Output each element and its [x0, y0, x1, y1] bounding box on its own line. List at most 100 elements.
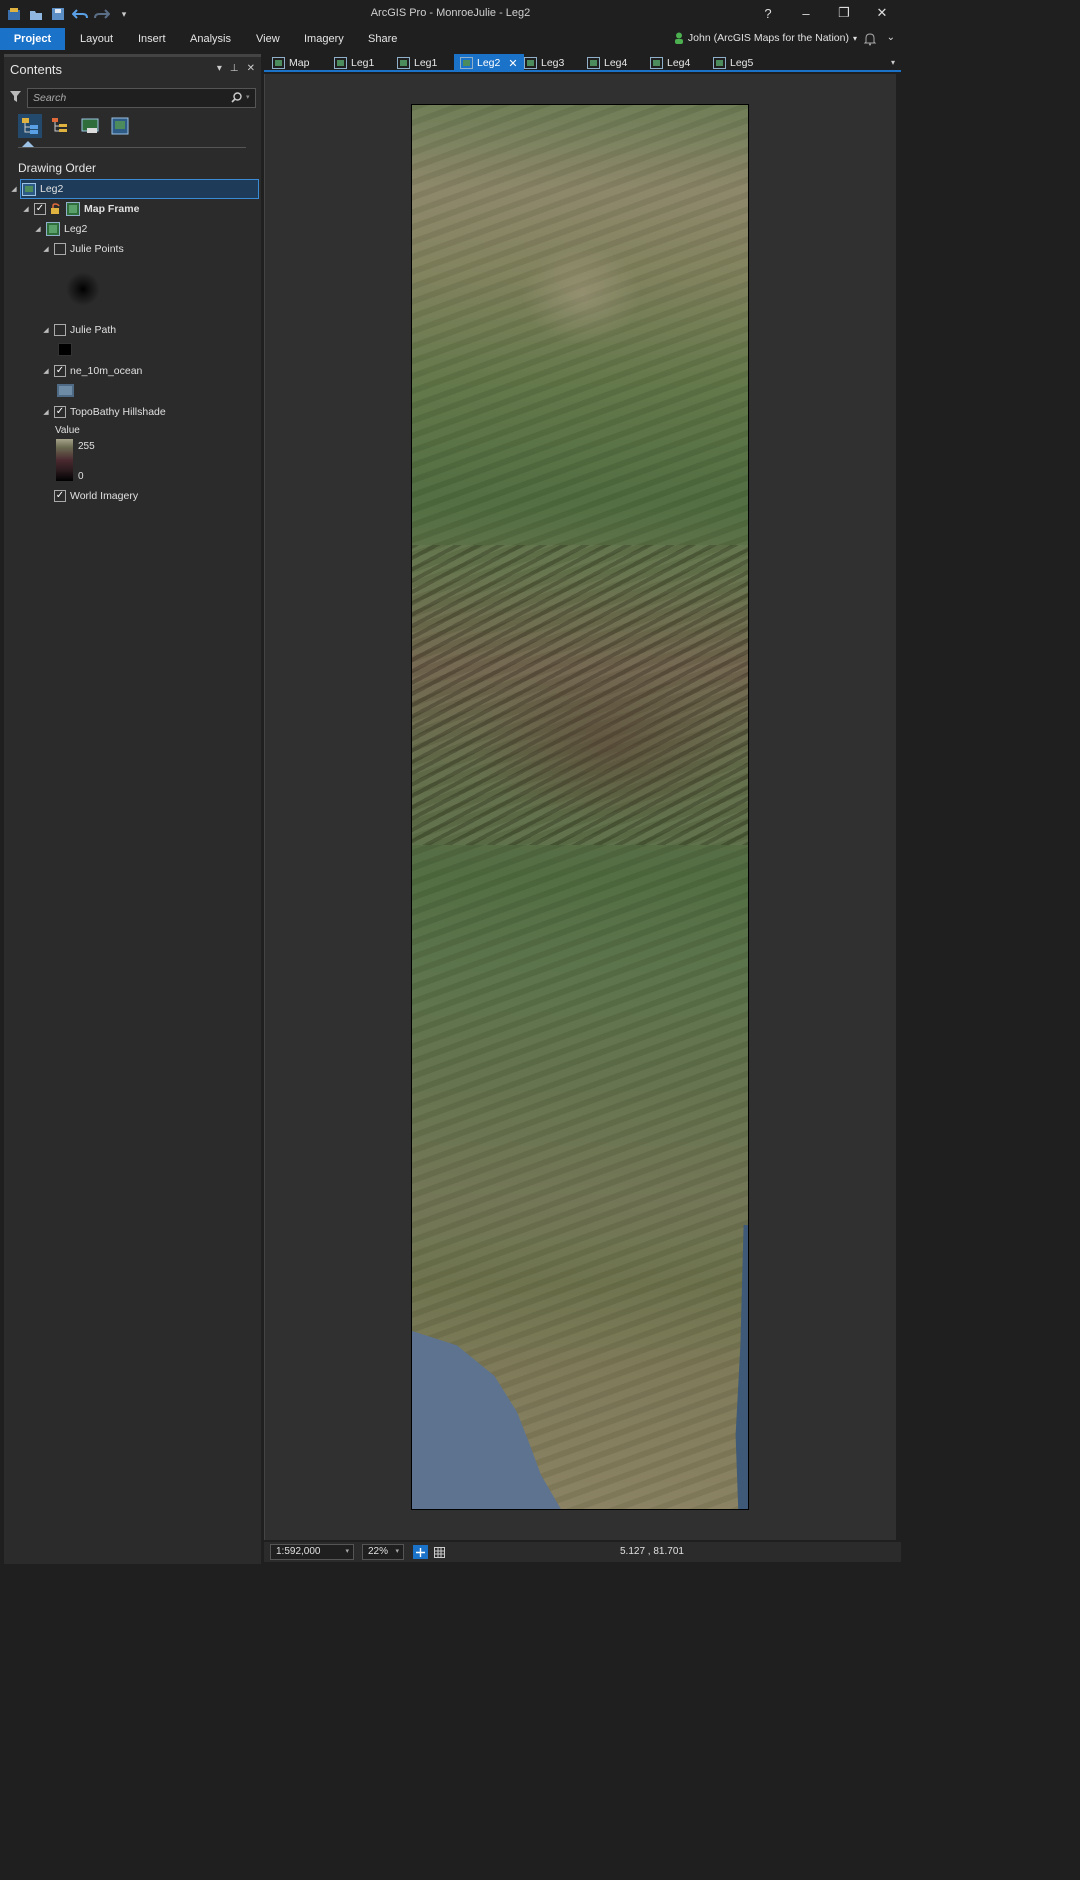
- tree-item-hillshade[interactable]: ◢ ✓ TopoBathy Hillshade: [42, 403, 166, 421]
- zoom-value: 22%: [368, 1546, 389, 1557]
- tab-leg1-layout[interactable]: Leg1: [391, 54, 443, 72]
- source-view-icon[interactable]: [48, 114, 72, 138]
- map-tab-icon: [334, 57, 347, 69]
- collapse-triangle-icon[interactable]: ◢: [42, 326, 50, 334]
- tab-layout[interactable]: Layout: [68, 28, 125, 50]
- layout-tab-icon: [524, 57, 537, 69]
- notification-bell-icon[interactable]: [863, 32, 877, 46]
- pin-icon[interactable]: ⊥: [230, 63, 239, 74]
- tab-view[interactable]: View: [244, 28, 292, 50]
- tree-item-world-imagery[interactable]: ✓ World Imagery: [54, 487, 138, 505]
- visibility-checkbox[interactable]: ✓: [54, 490, 66, 502]
- collapse-triangle-icon[interactable]: ◢: [42, 245, 50, 253]
- layout-tab-icon: [397, 57, 410, 69]
- collapse-ribbon-icon[interactable]: ⌄: [887, 32, 895, 43]
- tab-label: Leg1: [414, 57, 438, 69]
- tree-item-layout-root[interactable]: ◢ Leg2: [10, 180, 63, 198]
- visibility-checkbox[interactable]: ✓: [34, 203, 46, 215]
- layout-view[interactable]: [264, 74, 896, 1540]
- layout-tab-icon: [650, 57, 663, 69]
- view-divider: [18, 147, 246, 148]
- map-frame-icon: [66, 202, 80, 216]
- close-tab-icon[interactable]: ✕: [508, 57, 517, 70]
- point-symbol-swatch: [66, 272, 100, 306]
- tree-item-label: ne_10m_ocean: [70, 365, 143, 377]
- help-button[interactable]: ?: [749, 0, 787, 26]
- status-bar: 1:592,000 ▾ 22% ▾ 5.127 , 81.701: [264, 1542, 901, 1562]
- tab-leg2[interactable]: Leg2 ✕: [454, 54, 524, 72]
- tab-overflow-icon[interactable]: ▾: [891, 58, 895, 67]
- imagery-urban-area: [522, 245, 642, 345]
- search-options-icon[interactable]: ▾: [246, 93, 250, 101]
- lock-icon[interactable]: [50, 203, 62, 215]
- close-pane-icon[interactable]: ✕: [247, 63, 255, 74]
- layout-page-map[interactable]: [411, 104, 749, 1510]
- tab-leg5[interactable]: Leg5: [707, 54, 759, 72]
- chevron-down-icon: ▾: [395, 1548, 399, 1555]
- tree-item-map-frame[interactable]: ◢ ✓ Map Frame: [22, 200, 139, 218]
- chevron-down-icon: ▾: [345, 1548, 349, 1555]
- collapse-triangle-icon[interactable]: ◢: [42, 408, 50, 416]
- tree-item-label: Julie Points: [70, 243, 124, 255]
- line-symbol-swatch: [58, 343, 72, 356]
- collapse-triangle-icon[interactable]: ◢: [10, 185, 18, 193]
- tab-insert[interactable]: Insert: [126, 28, 178, 50]
- selection-view-icon[interactable]: [78, 114, 102, 138]
- tree-item-julie-path[interactable]: ◢ Julie Path: [42, 321, 116, 339]
- tree-item-map[interactable]: ◢ Leg2: [34, 220, 87, 238]
- tab-imagery[interactable]: Imagery: [292, 28, 356, 50]
- visibility-checkbox[interactable]: [54, 243, 66, 255]
- user-label: John (ArcGIS Maps for the Nation): [687, 32, 849, 44]
- tab-leg4[interactable]: Leg4: [581, 54, 633, 72]
- scale-value: 1:592,000: [276, 1546, 321, 1557]
- minimize-button[interactable]: –: [787, 0, 825, 26]
- tree-item-label: TopoBathy Hillshade: [70, 406, 166, 418]
- tree-item-label: Leg2: [40, 183, 64, 195]
- snapping-view-icon[interactable]: [108, 114, 132, 138]
- section-heading: Drawing Order: [18, 161, 97, 175]
- close-button[interactable]: ✕: [863, 0, 901, 26]
- window-controls: ? – ❐ ✕: [749, 0, 901, 26]
- layout-tab-icon: [460, 57, 473, 69]
- contents-view-buttons: [18, 114, 132, 138]
- tab-leg4-layout[interactable]: Leg4: [644, 54, 696, 72]
- collapse-triangle-icon[interactable]: ◢: [42, 367, 50, 375]
- legend-high-value: 255: [78, 441, 95, 452]
- tab-analysis[interactable]: Analysis: [178, 28, 243, 50]
- pane-menu-icon[interactable]: ▾: [217, 63, 222, 74]
- tab-label: Map: [289, 57, 310, 69]
- tree-item-label: Leg2: [64, 223, 88, 235]
- view-tabs: Map Leg1 Leg1 Leg2 ✕ Leg3 Leg4 Leg4 Leg5 …: [264, 54, 901, 72]
- tab-leg3[interactable]: Leg3: [518, 54, 570, 72]
- tree-item-ocean[interactable]: ◢ ✓ ne_10m_ocean: [42, 362, 142, 380]
- collapse-triangle-icon[interactable]: ◢: [34, 225, 42, 233]
- map-tab-icon: [587, 57, 600, 69]
- tab-share[interactable]: Share: [356, 28, 409, 50]
- collapse-triangle-icon[interactable]: ◢: [22, 205, 30, 213]
- restore-button[interactable]: ❐: [825, 0, 863, 26]
- chevron-down-icon: ▾: [852, 33, 857, 43]
- tab-project[interactable]: Project: [0, 28, 65, 50]
- tab-map[interactable]: Map: [266, 54, 315, 72]
- tab-label: Leg2: [477, 57, 501, 69]
- tab-leg1[interactable]: Leg1: [328, 54, 380, 72]
- tree-item-label: Julie Path: [70, 324, 117, 336]
- imagery-mountains: [472, 665, 742, 825]
- tree-item-julie-points[interactable]: ◢ Julie Points: [42, 240, 124, 258]
- drawing-order-view-icon[interactable]: [18, 114, 42, 138]
- zoom-selector[interactable]: 22% ▾: [362, 1544, 404, 1560]
- grid-icon[interactable]: [432, 1545, 447, 1559]
- filter-icon[interactable]: [10, 91, 21, 105]
- search-input[interactable]: Search: [27, 88, 256, 108]
- coordinate-readout: 5.127 , 81.701: [620, 1546, 684, 1557]
- visibility-checkbox[interactable]: ✓: [54, 406, 66, 418]
- layout-icon: [22, 182, 36, 196]
- user-account[interactable]: John (ArcGIS Maps for the Nation) ▾: [674, 32, 857, 44]
- visibility-checkbox[interactable]: [54, 324, 66, 336]
- tree-item-label: World Imagery: [70, 490, 139, 502]
- fixed-zoom-icon[interactable]: [413, 1545, 428, 1559]
- tab-label: Leg4: [667, 57, 691, 69]
- scale-selector[interactable]: 1:592,000 ▾: [270, 1544, 354, 1560]
- visibility-checkbox[interactable]: ✓: [54, 365, 66, 377]
- search-icon[interactable]: [231, 92, 242, 106]
